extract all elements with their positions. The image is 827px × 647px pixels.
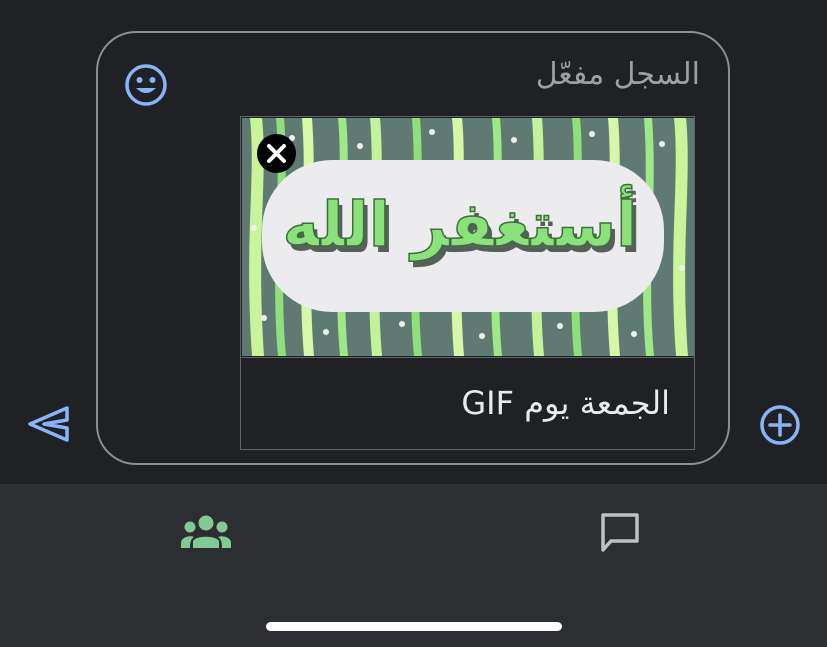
people-icon[interactable] bbox=[180, 514, 232, 550]
emoji-icon[interactable] bbox=[123, 62, 169, 108]
home-indicator[interactable] bbox=[266, 622, 562, 631]
gif-text: أستغفر الله bbox=[283, 184, 638, 261]
history-on-label: السجل مفعّل bbox=[535, 57, 700, 92]
gif-attachment[interactable]: أستغفر الله أستغفر الله الجمعة يوم GIF bbox=[240, 116, 695, 450]
gif-caption: الجمعة يوم GIF bbox=[241, 357, 694, 449]
chat-icon[interactable] bbox=[598, 510, 642, 554]
gif-image: أستغفر الله أستغفر الله bbox=[242, 118, 694, 356]
add-icon[interactable] bbox=[759, 404, 801, 446]
send-icon[interactable] bbox=[26, 404, 70, 444]
close-icon[interactable] bbox=[256, 133, 297, 174]
gif-caption-text: الجمعة يوم GIF bbox=[461, 384, 670, 422]
